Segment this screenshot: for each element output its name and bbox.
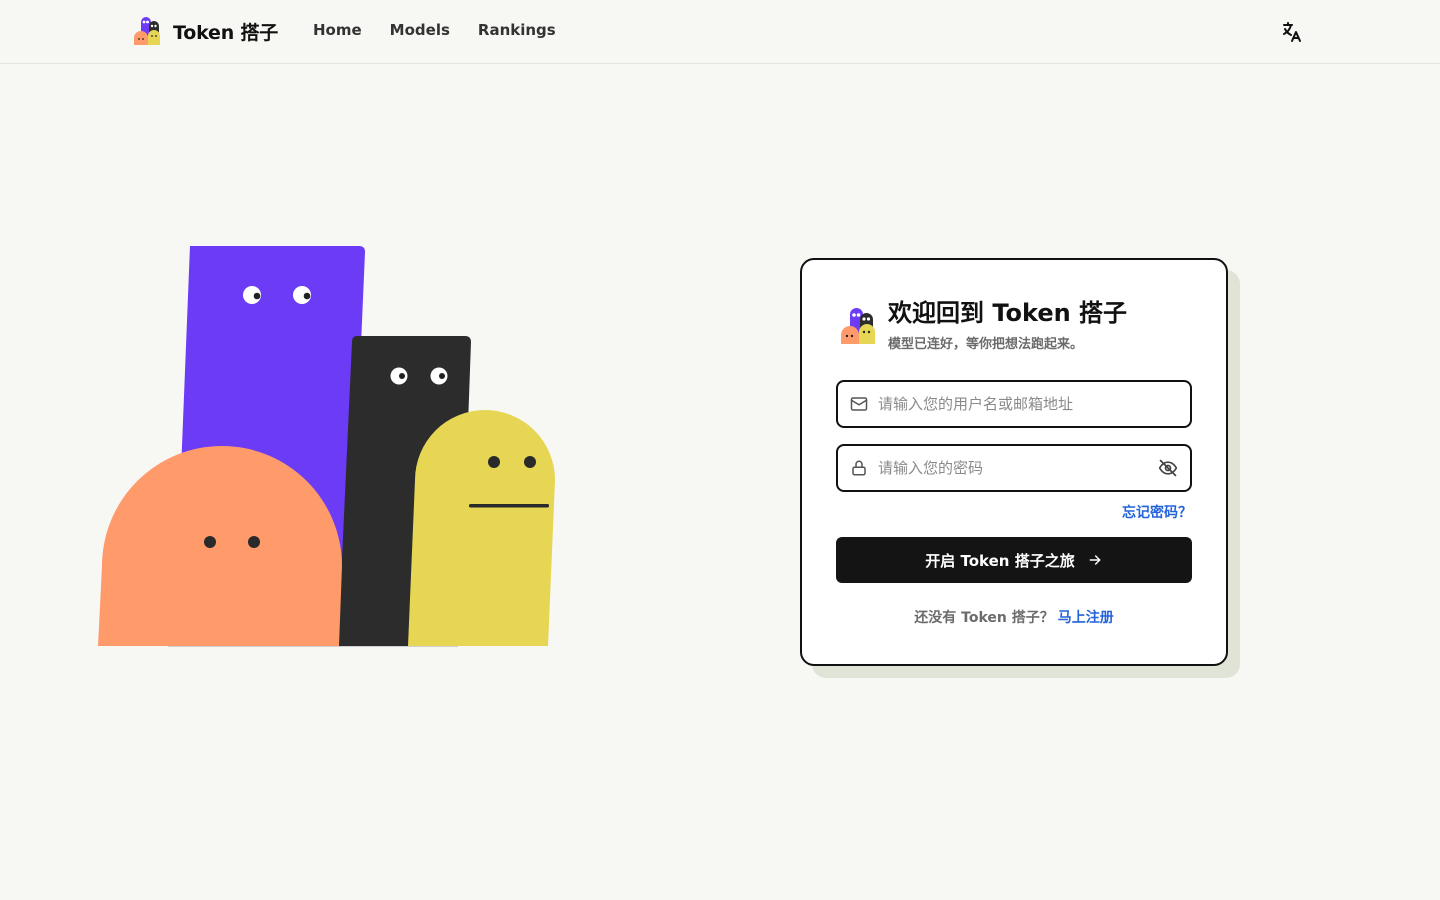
login-submit-button[interactable]: 开启 Token 搭子之旅 (836, 537, 1192, 583)
translate-icon[interactable] (1280, 20, 1304, 44)
username-input[interactable] (878, 382, 1178, 426)
nav-home[interactable]: Home (313, 21, 362, 39)
nav-rankings[interactable]: Rankings (478, 21, 556, 39)
eye-off-icon[interactable] (1158, 458, 1178, 478)
username-field[interactable] (836, 380, 1192, 428)
register-prompt-text: 还没有 Token 搭子？ (914, 610, 1054, 626)
login-header: 欢迎回到 Token 搭子 模型已连好，等你把想法跑起来。 (840, 296, 1127, 352)
register-prompt: 还没有 Token 搭子？ 马上注册 (802, 607, 1226, 627)
register-link[interactable]: 马上注册 (1058, 610, 1114, 626)
top-navbar: Token 搭子 Home Models Rankings (0, 0, 1440, 64)
login-card: 欢迎回到 Token 搭子 模型已连好，等你把想法跑起来。 忘记密码？ 开启 T… (800, 258, 1228, 666)
brand-name: Token 搭子 (173, 21, 279, 44)
forgot-password-link[interactable]: 忘记密码？ (1122, 502, 1192, 522)
login-title: 欢迎回到 Token 搭子 (888, 299, 1128, 327)
mascots-illustration (98, 246, 555, 647)
token-mascots-logo-icon (134, 17, 160, 45)
login-subtitle: 模型已连好，等你把想法跑起来。 (888, 337, 1084, 352)
login-heading-group: 欢迎回到 Token 搭子 模型已连好，等你把想法跑起来。 (888, 296, 1127, 352)
password-input[interactable] (878, 446, 1150, 490)
main-nav: Home Models Rankings (313, 21, 556, 39)
nav-models[interactable]: Models (390, 21, 450, 39)
brand-home-link[interactable]: Token 搭子 (133, 15, 278, 47)
password-field[interactable] (836, 444, 1192, 492)
yellow-mascot (408, 410, 555, 646)
submit-label: 开启 Token 搭子之旅 (925, 551, 1075, 570)
arrow-right-icon (1089, 555, 1101, 565)
lock-icon (852, 460, 866, 476)
mail-icon (850, 397, 868, 411)
token-mascots-logo-icon (841, 308, 875, 344)
